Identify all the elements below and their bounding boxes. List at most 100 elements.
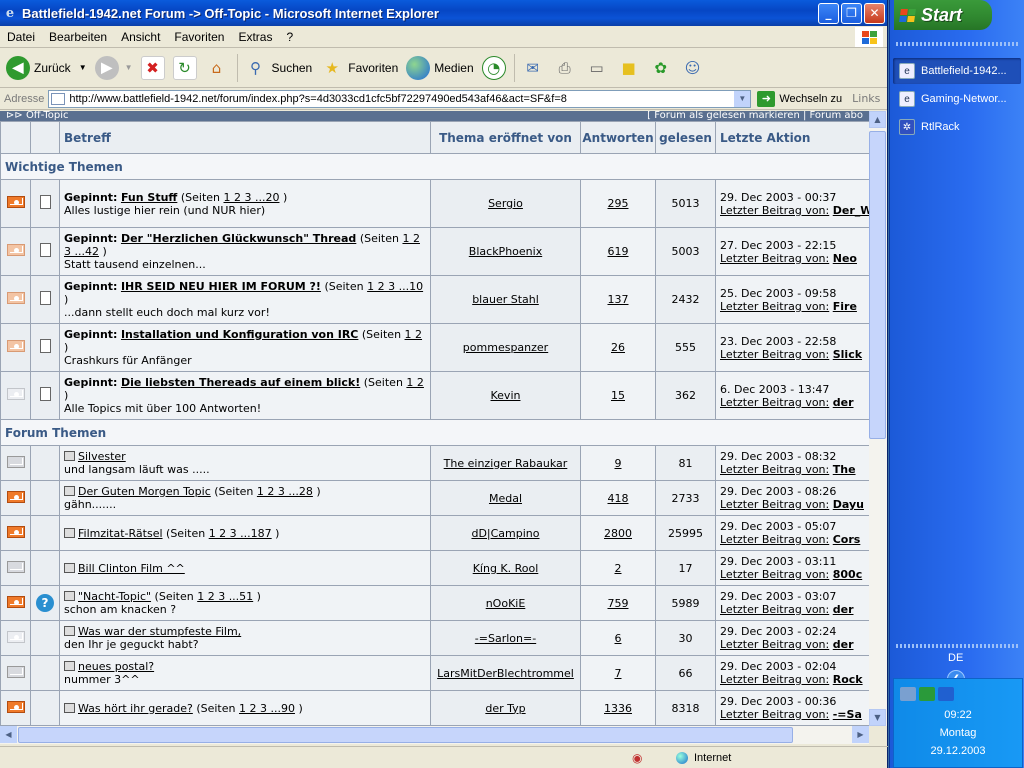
lite-icon[interactable] <box>938 687 954 701</box>
author-link[interactable]: der Typ <box>485 702 525 715</box>
topic-preview-icon[interactable] <box>64 626 75 636</box>
topic-title-link[interactable]: IHR SEID NEU HIER IM FORUM ?! <box>121 280 321 293</box>
links-button[interactable]: Links <box>852 92 880 105</box>
last-post-label[interactable]: Letzter Beitrag von: <box>720 498 829 511</box>
topic-preview-icon[interactable] <box>64 562 75 573</box>
scroll-up-icon[interactable]: ▲ <box>869 111 886 128</box>
menu-help[interactable]: ? <box>279 30 300 44</box>
page-links[interactable]: 1 2 3 ...28 <box>257 485 313 498</box>
address-dropdown-icon[interactable]: ▼ <box>734 90 751 107</box>
replies-link[interactable]: 2 <box>615 562 622 575</box>
language-indicator[interactable]: DE <box>948 652 963 664</box>
icq-icon[interactable]: ✿ <box>649 56 673 80</box>
author-link[interactable]: Kevin <box>491 389 521 402</box>
stop-icon[interactable]: ✖ <box>140 55 165 80</box>
task-battlefield[interactable]: e Battlefield-1942... <box>893 58 1021 84</box>
clock-time[interactable]: 09:22 <box>894 709 1022 721</box>
topic-title-link[interactable]: Der "Herzlichen Glückwunsch" Thread <box>121 232 356 245</box>
topic-title-link[interactable]: Filmzitat-Rätsel <box>78 527 163 540</box>
menu-extras[interactable]: Extras <box>231 30 279 44</box>
replies-link[interactable]: 2800 <box>604 527 632 540</box>
start-button[interactable]: Start <box>894 0 992 30</box>
last-post-label[interactable]: Letzter Beitrag von: <box>720 396 829 409</box>
refresh-icon[interactable]: ↻ <box>172 55 197 80</box>
last-post-label[interactable]: Letzter Beitrag von: <box>720 638 829 651</box>
topic-title-link[interactable]: Installation und Konfiguration von IRC <box>121 328 358 341</box>
vertical-scroll-thumb[interactable] <box>869 131 886 439</box>
back-button[interactable]: ◀ Zurück ▼ <box>6 55 87 80</box>
last-post-label[interactable]: Letzter Beitrag von: <box>720 533 829 546</box>
author-link[interactable]: The einziger Rabaukar <box>444 457 568 470</box>
privacy-icon[interactable]: ◉ <box>632 751 642 765</box>
topic-preview-icon[interactable] <box>64 527 75 538</box>
menu-ansicht[interactable]: Ansicht <box>114 30 167 44</box>
mail-icon[interactable]: ✉ <box>521 56 545 80</box>
topic-preview-icon[interactable] <box>64 451 75 461</box>
author-link[interactable]: Kíng K. Rool <box>473 562 539 575</box>
last-poster-link[interactable]: Slick <box>833 348 862 361</box>
replies-link[interactable]: 137 <box>608 293 629 306</box>
last-poster-link[interactable]: 800c <box>833 568 862 581</box>
maximize-button[interactable]: ❐ <box>841 2 862 24</box>
topic-preview-icon[interactable] <box>64 486 75 496</box>
last-post-label[interactable]: Letzter Beitrag von: <box>720 252 829 265</box>
topic-preview-icon[interactable] <box>64 661 75 671</box>
last-post-label[interactable]: Letzter Beitrag von: <box>720 204 829 217</box>
replies-link[interactable]: 15 <box>611 389 625 402</box>
scroll-right-icon[interactable]: ▶ <box>852 726 869 743</box>
edit-icon[interactable]: ▭ <box>585 56 609 80</box>
author-link[interactable]: BlackPhoenix <box>469 245 542 258</box>
search-button[interactable]: ⚲ Suchen <box>244 56 312 80</box>
task-gaming-network[interactable]: e Gaming-Networ... <box>893 86 1021 112</box>
replies-link[interactable]: 1336 <box>604 702 632 715</box>
last-poster-link[interactable]: Cors <box>833 533 861 546</box>
forward-button[interactable]: ▶ ▼ <box>94 55 133 80</box>
replies-link[interactable]: 9 <box>615 457 622 470</box>
horizontal-scroll-thumb[interactable] <box>18 727 793 743</box>
author-link[interactable]: -=Sarlon=- <box>475 632 536 645</box>
vertical-scrollbar[interactable]: ▲ ▼ <box>869 111 887 726</box>
task-rtlrack[interactable]: ✲ RtlRack <box>893 114 1021 140</box>
last-poster-link[interactable]: der <box>833 603 854 616</box>
author-link[interactable]: nOoKiE <box>486 597 526 610</box>
scroll-left-icon[interactable]: ◀ <box>0 726 17 743</box>
last-poster-link[interactable]: -=Sa <box>833 708 862 721</box>
author-link[interactable]: Sergio <box>488 197 523 210</box>
page-links[interactable]: 1 2 3 ...20 <box>224 191 280 204</box>
minimize-button[interactable]: _ <box>818 2 839 24</box>
topic-title-link[interactable]: Was war der stumpfeste Film, <box>78 625 241 638</box>
last-post-label[interactable]: Letzter Beitrag von: <box>720 348 829 361</box>
last-post-label[interactable]: Letzter Beitrag von: <box>720 708 829 721</box>
topic-preview-icon[interactable] <box>64 591 75 601</box>
title-bar[interactable]: e Battlefield-1942.net Forum -> Off-Topi… <box>0 0 887 26</box>
topic-title-link[interactable]: Fun Stuff <box>121 191 177 204</box>
topic-title-link[interactable]: "Nacht-Topic" <box>78 590 151 603</box>
author-link[interactable]: dD|Campino <box>471 527 539 540</box>
scroll-down-icon[interactable]: ▼ <box>869 709 886 726</box>
last-poster-link[interactable]: der <box>833 396 854 409</box>
page-links[interactable]: 1 2 <box>405 328 423 341</box>
author-link[interactable]: pommespanzer <box>463 341 548 354</box>
messenger-icon[interactable]: ☺ <box>681 56 705 80</box>
address-input[interactable]: http://www.battlefield-1942.net/forum/in… <box>48 89 752 108</box>
topic-title-link[interactable]: Die liebsten Thereads auf einem blick! <box>121 376 360 389</box>
last-post-label[interactable]: Letzter Beitrag von: <box>720 463 829 476</box>
close-button[interactable]: ✕ <box>864 2 885 24</box>
favorites-button[interactable]: ★ Favoriten <box>320 56 399 80</box>
topic-title-link[interactable]: Bill Clinton Film ^^ <box>78 562 185 575</box>
replies-link[interactable]: 7 <box>615 667 622 680</box>
print-icon[interactable]: ⎙ <box>553 56 577 80</box>
back-dropdown-icon[interactable]: ▼ <box>79 63 87 72</box>
last-post-label[interactable]: Letzter Beitrag von: <box>720 300 829 313</box>
replies-link[interactable]: 418 <box>608 492 629 505</box>
last-post-label[interactable]: Letzter Beitrag von: <box>720 568 829 581</box>
forum-header-links[interactable]: [ Forum als gelesen markieren | Forum ab… <box>647 111 863 121</box>
horizontal-scrollbar[interactable]: ◀ ▶ <box>0 726 869 744</box>
home-icon[interactable]: ⌂ <box>205 56 229 80</box>
replies-link[interactable]: 26 <box>611 341 625 354</box>
page-links[interactable]: 1 2 3 ...10 <box>367 280 423 293</box>
last-poster-link[interactable]: Fire <box>833 300 857 313</box>
menu-favoriten[interactable]: Favoriten <box>167 30 231 44</box>
last-post-label[interactable]: Letzter Beitrag von: <box>720 673 829 686</box>
last-poster-link[interactable]: Der_Wüstenfuchs <box>833 204 869 217</box>
